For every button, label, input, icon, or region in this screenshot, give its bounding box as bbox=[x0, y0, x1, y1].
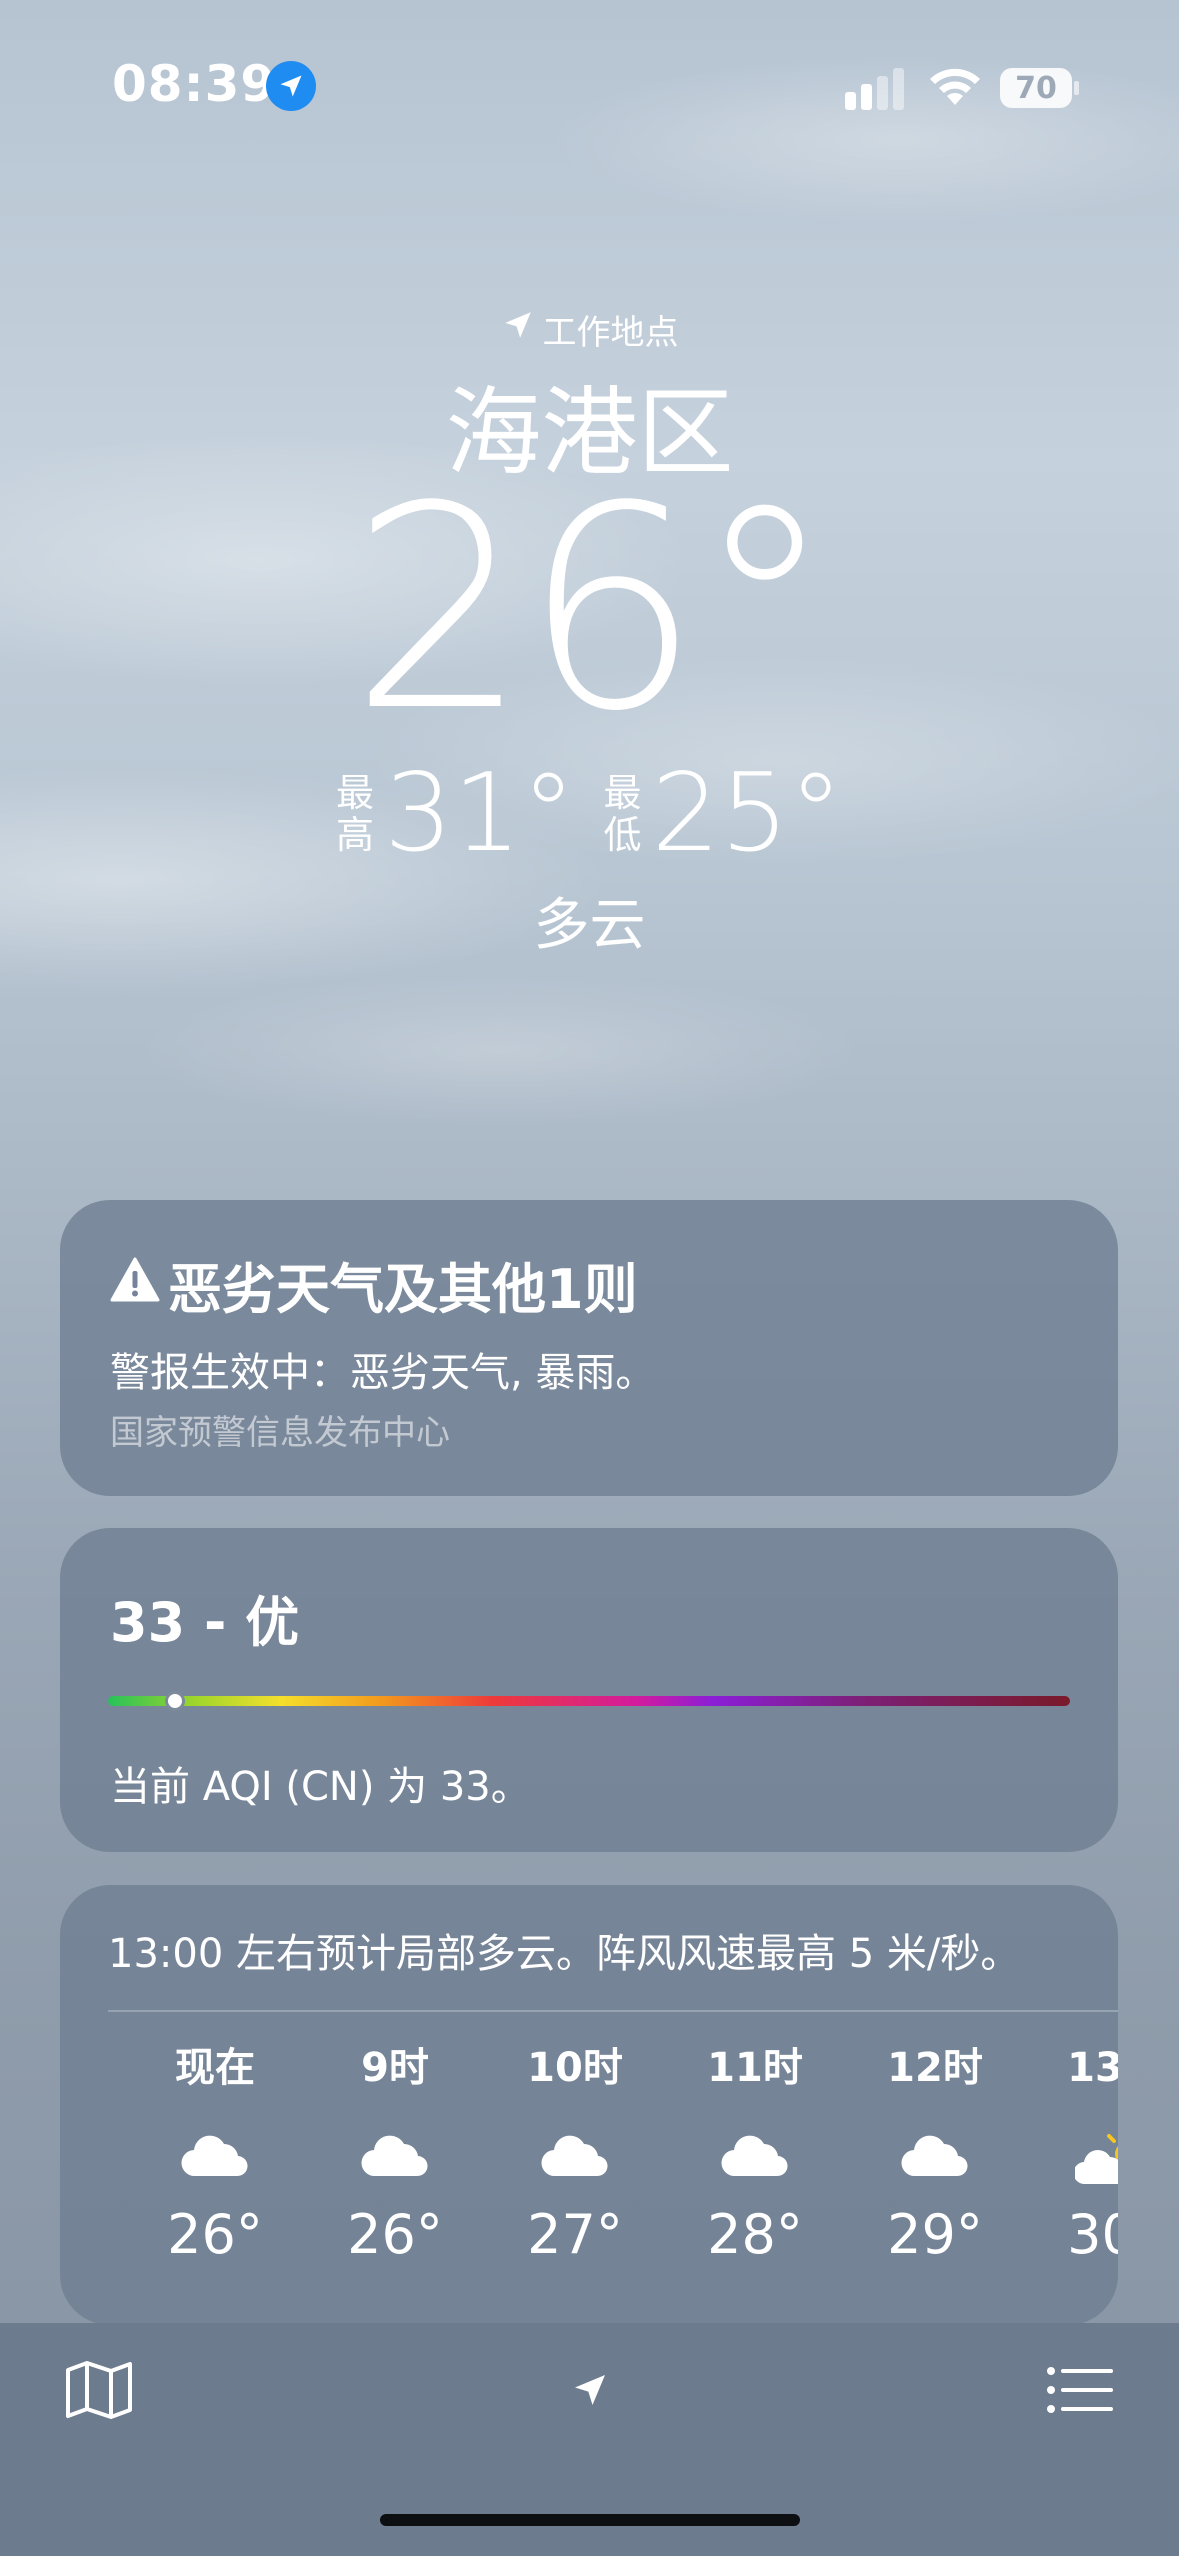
aqi-indicator-dot bbox=[165, 1691, 186, 1711]
divider bbox=[108, 2010, 1118, 2012]
location-label-text: 工作地点 bbox=[542, 313, 679, 353]
battery-level: 70 bbox=[1000, 68, 1072, 108]
cloud-icon bbox=[860, 2111, 1010, 2201]
home-indicator[interactable] bbox=[380, 2514, 800, 2526]
high-temperature: 31° bbox=[384, 751, 576, 876]
hour-item: 13时 30° bbox=[1040, 2035, 1118, 2266]
hour-item: 10时 27° bbox=[500, 2035, 650, 2266]
warning-triangle-icon bbox=[110, 1253, 160, 1316]
partly-sunny-icon bbox=[1040, 2111, 1118, 2201]
weather-condition: 多云 bbox=[533, 893, 646, 958]
hourly-forecast-card[interactable]: 13:00 左右预计局部多云。阵风风速最高 5 米/秒。 现在 26° 9时 2… bbox=[60, 1885, 1118, 2325]
high-label: 最 高 bbox=[336, 771, 375, 857]
aqi-value: 33 - 优 bbox=[110, 1591, 300, 1654]
low-temp-group: 最 低 25° bbox=[604, 760, 843, 868]
location-label: 工作地点 bbox=[0, 305, 1179, 354]
alert-source: 国家预警信息发布中心 bbox=[110, 1413, 450, 1453]
list-icon[interactable] bbox=[1045, 2365, 1115, 2415]
aqi-scale-bar bbox=[108, 1691, 1070, 1711]
map-icon[interactable] bbox=[64, 2360, 134, 2420]
current-temperature: 26° bbox=[350, 447, 834, 773]
cloud-icon bbox=[680, 2111, 830, 2201]
hour-item: 12时 29° bbox=[860, 2035, 1010, 2266]
aqi-description: 当前 AQI (CN) 为 33。 bbox=[110, 1764, 531, 1810]
hour-item: 11时 28° bbox=[680, 2035, 830, 2266]
cellular-signal-icon bbox=[845, 68, 907, 110]
alert-title: 恶劣天气及其他1则 bbox=[110, 1245, 638, 1324]
wifi-icon bbox=[927, 65, 983, 109]
hourly-summary: 13:00 左右预计局部多云。阵风风速最高 5 米/秒。 bbox=[108, 1931, 1021, 1977]
low-label: 最 低 bbox=[603, 771, 642, 857]
status-time: 08:39 bbox=[112, 55, 277, 113]
cloud-icon bbox=[500, 2111, 650, 2201]
high-low: 最 高 31° 最 低 25° bbox=[0, 760, 1179, 868]
hour-item: 9时 26° bbox=[320, 2035, 470, 2266]
location-arrow-icon bbox=[266, 61, 316, 111]
location-arrow-icon bbox=[501, 308, 535, 351]
alert-title-text: 恶劣天气及其他1则 bbox=[168, 1258, 638, 1321]
aqi-card[interactable]: 33 - 优 当前 AQI (CN) 为 33。 bbox=[60, 1528, 1118, 1852]
cloud-icon bbox=[140, 2111, 290, 2201]
hour-item: 现在 26° bbox=[140, 2035, 290, 2266]
weather-alert-card[interactable]: 恶劣天气及其他1则 警报生效中：恶劣天气, 暴雨。 国家预警信息发布中心 bbox=[60, 1200, 1118, 1496]
location-arrow-icon[interactable] bbox=[570, 2370, 610, 2410]
battery-indicator: 70 bbox=[1000, 68, 1080, 108]
low-temperature: 25° bbox=[651, 751, 843, 876]
cloud-icon bbox=[320, 2111, 470, 2201]
high-temp-group: 最 高 31° bbox=[336, 760, 575, 868]
alert-description: 警报生效中：恶劣天气, 暴雨。 bbox=[110, 1350, 656, 1396]
hourly-scroll[interactable]: 现在 26° 9时 26° 10时 27° 11时 28° 12时 29° 13… bbox=[60, 2035, 1118, 2315]
